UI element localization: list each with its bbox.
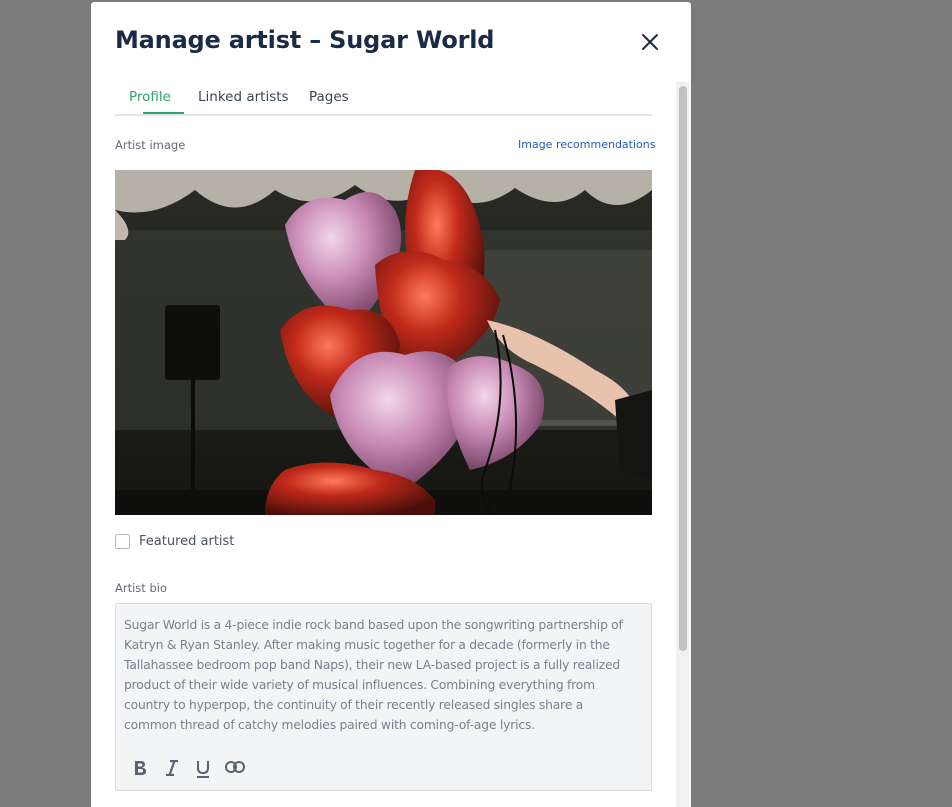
artist-image-label: Artist image (115, 138, 186, 152)
close-icon[interactable] (641, 33, 659, 51)
manage-artist-modal: Manage artist – Sugar World Profile Link… (91, 2, 691, 807)
image-recommendations-link[interactable]: Image recommendations (518, 138, 655, 151)
artist-photo (115, 170, 652, 515)
tab-profile[interactable]: Profile (129, 89, 171, 105)
modal-scrollbar-thumb[interactable] (679, 86, 687, 651)
artist-bio-editor[interactable]: Sugar World is a 4-piece indie rock band… (115, 603, 652, 791)
bold-icon[interactable] (133, 760, 147, 776)
tab-linked-artists[interactable]: Linked artists (198, 89, 289, 105)
featured-artist-label: Featured artist (139, 534, 235, 549)
tab-bar: Profile Linked artists Pages (115, 80, 652, 116)
artist-bio-label: Artist bio (115, 581, 167, 595)
artist-image[interactable] (115, 170, 652, 515)
italic-icon[interactable] (165, 760, 179, 776)
active-tab-indicator (143, 112, 184, 114)
featured-artist-checkbox[interactable] (115, 534, 130, 549)
modal-title: Manage artist – Sugar World (115, 26, 495, 54)
link-icon[interactable] (225, 760, 245, 774)
underline-icon[interactable] (196, 760, 210, 778)
tab-pages[interactable]: Pages (309, 89, 349, 105)
artist-bio-text[interactable]: Sugar World is a 4-piece indie rock band… (116, 604, 651, 735)
